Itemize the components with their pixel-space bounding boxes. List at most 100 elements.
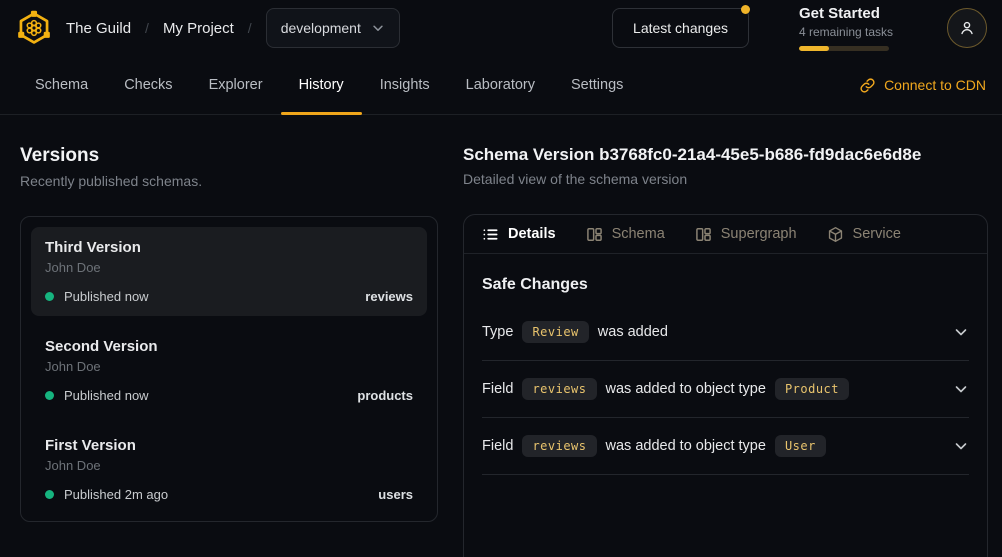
- primary-tabs: Schema Checks Explorer History Insights …: [17, 56, 641, 114]
- version-detail-title: Schema Version b3768fc0-21a4-45e5-b686-f…: [463, 145, 988, 165]
- safe-changes-title: Safe Changes: [482, 276, 969, 294]
- topbar: The Guild / My Project / development Lat…: [0, 0, 1002, 56]
- nav-tab-label: Laboratory: [466, 77, 535, 93]
- schema-change-text: Field reviews was added to object type User: [482, 435, 826, 457]
- chevron-down-icon: [953, 381, 969, 397]
- version-status: Published 2m ago: [64, 487, 168, 502]
- breadcrumb-separator: /: [248, 20, 252, 36]
- version-detail-panel: Schema Version b3768fc0-21a4-45e5-b686-f…: [463, 115, 988, 557]
- get-started-progress: [799, 46, 889, 51]
- detail-tab-label: Supergraph: [721, 226, 797, 242]
- notification-dot: [741, 5, 750, 14]
- breadcrumb-separator: /: [145, 20, 149, 36]
- nav-tab-settings[interactable]: Settings: [553, 56, 641, 114]
- detail-tab-schema[interactable]: Schema: [586, 226, 665, 243]
- schema-change-text: Fieldreviewswas added to object typeProd…: [482, 378, 849, 400]
- user-menu-button[interactable]: [947, 8, 987, 48]
- version-author: John Doe: [45, 458, 413, 473]
- connect-to-cdn-label: Connect to CDN: [884, 77, 986, 93]
- version-detail-card: Details Schema Supergraph Service Safe C…: [463, 214, 988, 557]
- target-select-value: development: [281, 20, 361, 36]
- change-code-badge: Review: [522, 321, 588, 343]
- schema-change-row[interactable]: Type Review was added: [482, 304, 969, 361]
- version-status: Published now: [64, 388, 149, 403]
- published-dot: [45, 292, 54, 301]
- version-card[interactable]: Second Version John Doe Published now pr…: [31, 326, 427, 415]
- cube-icon: [827, 226, 844, 243]
- published-dot: [45, 391, 54, 400]
- version-detail-subtitle: Detailed view of the schema version: [463, 171, 988, 187]
- nav-tab-label: History: [299, 77, 344, 93]
- get-started-progress-fill: [799, 46, 829, 51]
- nav-tab-history[interactable]: History: [281, 56, 362, 114]
- connect-to-cdn-link[interactable]: Connect to CDN: [859, 56, 986, 114]
- change-code-badge: User: [775, 435, 826, 457]
- nav-tab-schema[interactable]: Schema: [17, 56, 106, 114]
- version-title: Second Version: [45, 338, 413, 355]
- nav-tab-label: Checks: [124, 77, 172, 93]
- change-text-fragment: Field: [482, 381, 513, 397]
- published-dot: [45, 490, 54, 499]
- get-started-widget[interactable]: Get Started 4 remaining tasks: [799, 5, 889, 50]
- schema-change-row[interactable]: Field reviews was added to object type User: [482, 418, 969, 475]
- version-card[interactable]: First Version John Doe Published 2m ago …: [31, 425, 427, 514]
- versions-title: Versions: [20, 145, 438, 167]
- detail-tab-label: Service: [853, 226, 901, 242]
- target-select[interactable]: development: [266, 8, 400, 48]
- nav-tab-insights[interactable]: Insights: [362, 56, 448, 114]
- versions-list: Third Version John Doe Published now rev…: [20, 216, 438, 522]
- detail-tab-label: Details: [508, 226, 556, 242]
- get-started-subtitle: 4 remaining tasks: [799, 25, 889, 39]
- schema-change-row[interactable]: Fieldreviewswas added to object typeProd…: [482, 361, 969, 418]
- columns-icon: [695, 226, 712, 243]
- latest-changes-button[interactable]: Latest changes: [612, 8, 749, 48]
- breadcrumb-project[interactable]: My Project: [163, 20, 234, 37]
- breadcrumb-org[interactable]: The Guild: [66, 20, 131, 37]
- change-text-fragment: was added to object type: [606, 438, 766, 454]
- version-service-name: users: [378, 487, 413, 502]
- versions-subtitle: Recently published schemas.: [20, 173, 438, 189]
- version-title: First Version: [45, 437, 413, 454]
- versions-panel: Versions Recently published schemas. Thi…: [20, 115, 438, 557]
- nav-tab-label: Explorer: [209, 77, 263, 93]
- version-status: Published now: [64, 289, 149, 304]
- schema-change-text: Type Review was added: [482, 321, 668, 343]
- nav-tab-label: Insights: [380, 77, 430, 93]
- hive-logo-icon[interactable]: [16, 10, 52, 46]
- change-text-fragment: was added to object type: [606, 381, 766, 397]
- nav-tab-laboratory[interactable]: Laboratory: [448, 56, 553, 114]
- change-code-badge: reviews: [522, 435, 596, 457]
- get-started-title: Get Started: [799, 5, 889, 22]
- list-icon: [482, 226, 499, 243]
- chevron-down-icon: [953, 324, 969, 340]
- chevron-down-icon: [371, 21, 385, 35]
- version-detail-content: Safe Changes TypeReviewwas added Fieldre…: [464, 276, 987, 475]
- version-service-name: products: [357, 388, 413, 403]
- main-content: Versions Recently published schemas. Thi…: [0, 115, 1002, 557]
- nav-tab-checks[interactable]: Checks: [106, 56, 190, 114]
- user-icon: [957, 18, 977, 38]
- detail-tab-details[interactable]: Details: [482, 226, 556, 243]
- changes-list: Type Review was added Field reviews was adde…: [482, 304, 969, 475]
- nav-tab-explorer[interactable]: Explorer: [191, 56, 281, 114]
- version-author: John Doe: [45, 359, 413, 374]
- breadcrumb: The Guild / My Project / development: [66, 8, 400, 48]
- detail-tab-label: Schema: [612, 226, 665, 242]
- latest-changes-label: Latest changes: [633, 20, 728, 36]
- detail-tab-supergraph[interactable]: Supergraph: [695, 226, 797, 243]
- columns-icon: [586, 226, 603, 243]
- chevron-down-icon: [953, 438, 969, 454]
- detail-tab-service[interactable]: Service: [827, 226, 901, 243]
- version-author: John Doe: [45, 260, 413, 275]
- link-icon: [859, 77, 876, 94]
- version-detail-tabs: Details Schema Supergraph Service: [464, 215, 987, 254]
- nav-tab-label: Schema: [35, 77, 88, 93]
- version-card[interactable]: Third Version John Doe Published now rev…: [31, 227, 427, 316]
- change-text-fragment: Field: [482, 438, 513, 454]
- change-code-badge: reviews: [522, 378, 596, 400]
- primary-nav: Schema Checks Explorer History Insights …: [0, 56, 1002, 115]
- version-title: Third Version: [45, 239, 413, 256]
- change-text-fragment: was added: [598, 324, 668, 340]
- change-text-fragment: Type: [482, 324, 513, 340]
- nav-tab-label: Settings: [571, 77, 623, 93]
